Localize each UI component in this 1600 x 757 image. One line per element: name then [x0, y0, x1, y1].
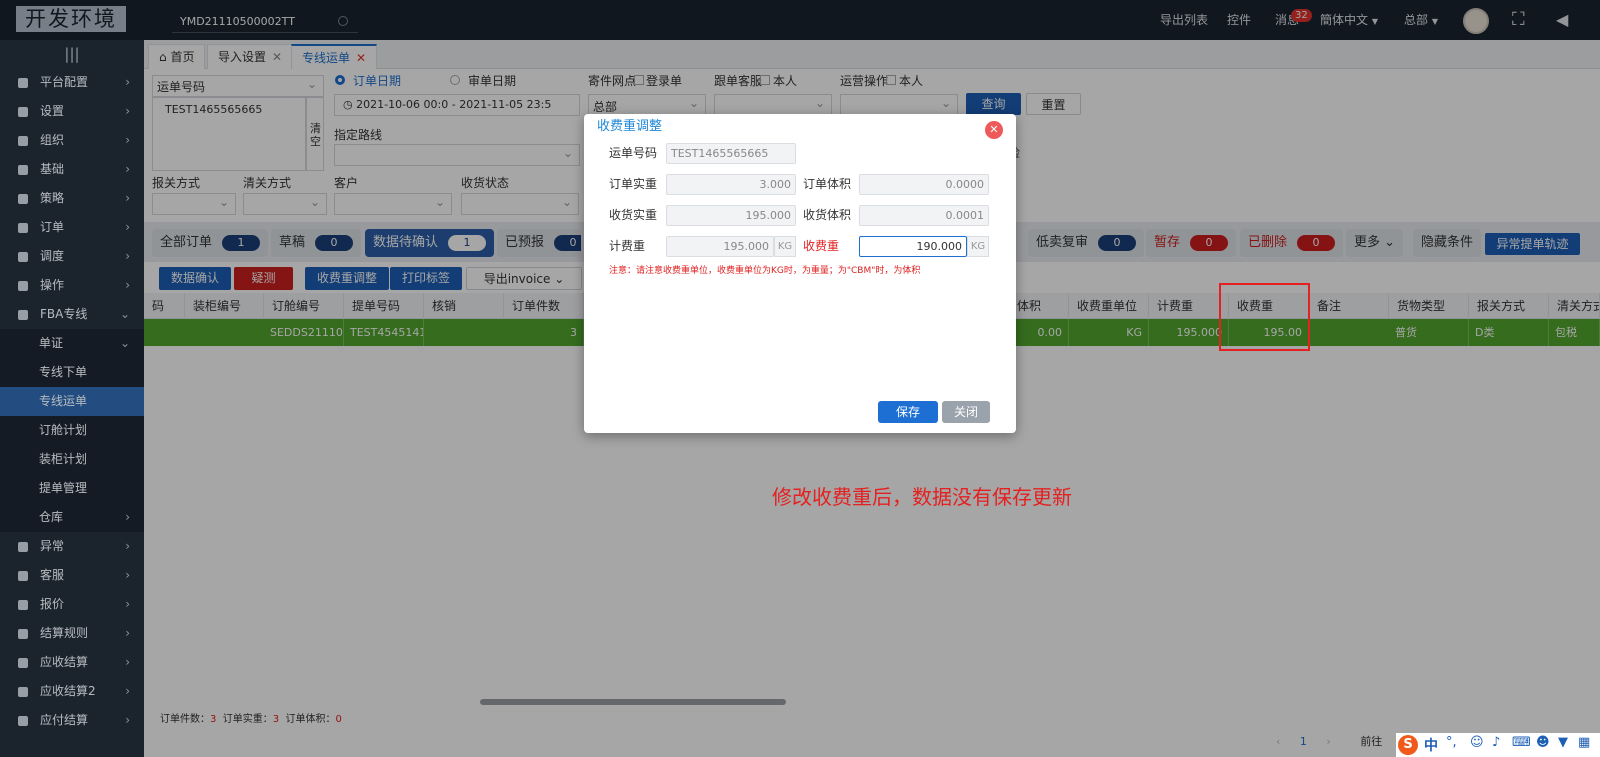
order-volume-field: 0.0000: [859, 174, 989, 195]
emoji-icon[interactable]: ☺: [1470, 735, 1484, 750]
skin-icon[interactable]: ▼: [1558, 735, 1568, 750]
punctuation-icon[interactable]: °,: [1446, 735, 1457, 750]
microphone-icon[interactable]: ♪: [1492, 735, 1500, 750]
grid-icon[interactable]: ▦: [1578, 735, 1590, 750]
ime-logo-icon[interactable]: S: [1398, 735, 1418, 755]
ime-mode[interactable]: 中: [1424, 735, 1438, 755]
close-icon[interactable]: ✕: [985, 121, 1003, 139]
received-volume-label: 收货体积: [803, 208, 852, 222]
user-icon[interactable]: ☻: [1536, 735, 1550, 750]
order-volume-label: 订单体积: [803, 177, 852, 191]
save-button[interactable]: 保存: [878, 401, 938, 423]
billing-weight-field: 195.000: [666, 236, 774, 257]
close-button[interactable]: 关闭: [942, 401, 990, 423]
unit-label: KG: [967, 236, 989, 257]
annotation-text: 修改收费重后，数据没有保存更新: [772, 485, 1072, 509]
received-weight-label: 收货实重: [609, 208, 658, 222]
received-volume-field: 0.0001: [859, 205, 989, 226]
unit-notice: 注意：请注意收费重单位，收费重单位为KG时，为重量；为"CBM"时，为体积: [609, 266, 921, 276]
modal-backdrop-side: [0, 40, 144, 757]
received-weight-field: 195.000: [666, 205, 796, 226]
fee-weight-input[interactable]: 190.000: [859, 236, 967, 257]
keyboard-icon[interactable]: ⌨: [1512, 735, 1531, 750]
billing-weight-label: 计费重: [609, 239, 646, 253]
fee-weight-label: 收费重: [803, 239, 840, 253]
annotation-highlight-box: [1219, 283, 1310, 351]
waybill-field: TEST1465565665: [666, 143, 796, 164]
unit-label: KG: [774, 236, 796, 257]
dialog-title: 收费重调整: [597, 119, 663, 134]
waybill-label: 运单号码: [609, 146, 658, 160]
order-weight-field: 3.000: [666, 174, 796, 195]
modal-backdrop-top: [0, 0, 1600, 40]
ime-toolbar: S 中 °, ☺ ♪ ⌨ ☻ ▼ ▦: [1396, 733, 1600, 757]
order-weight-label: 订单实重: [609, 177, 658, 191]
